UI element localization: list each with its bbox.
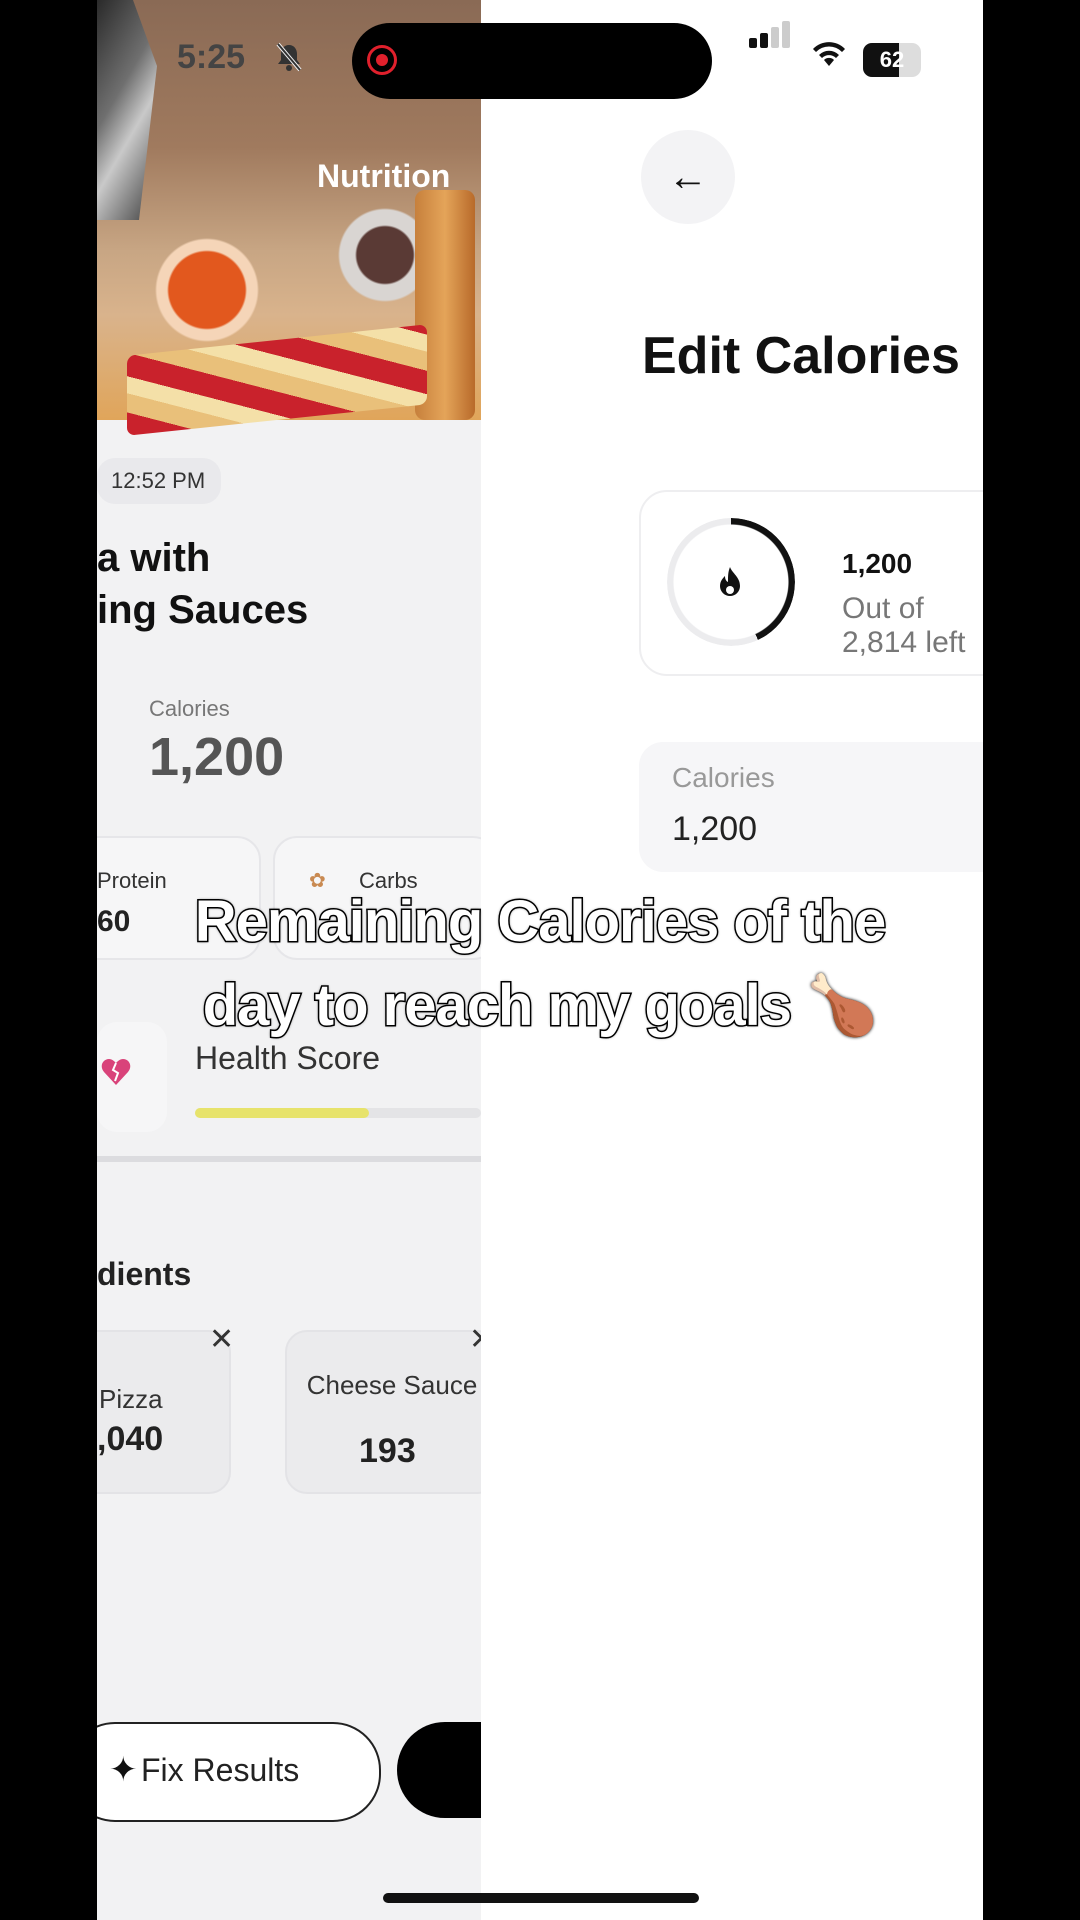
dynamic-island	[352, 23, 712, 99]
ingredient-value: ,040	[97, 1420, 164, 1458]
health-score-bar	[195, 1108, 481, 1118]
record-icon	[367, 45, 397, 75]
food-photo-bag	[97, 0, 157, 220]
food-name-line2: ing Sauces	[97, 588, 309, 632]
back-button[interactable]: ←	[641, 130, 735, 224]
health-score-fill	[195, 1108, 370, 1118]
battery-percent: 62	[879, 47, 905, 72]
arrow-left-icon: ←	[668, 155, 708, 199]
ingredient-value: 193	[359, 1432, 416, 1470]
calories-remaining-text: Out of 2,814 left	[842, 592, 966, 659]
caption-line2: day to reach my goals 🍗	[201, 972, 880, 1040]
home-indicator[interactable]	[383, 1893, 699, 1903]
flame-icon	[715, 566, 745, 608]
broken-heart-icon	[101, 1058, 131, 1094]
time-chip: 12:52 PM	[97, 458, 222, 504]
food-photo-pizza	[127, 324, 427, 436]
fix-results-button[interactable]: ✦ Fix Results	[97, 1722, 381, 1822]
wifi-icon	[811, 38, 847, 77]
status-time: 5:25	[177, 38, 246, 76]
food-name: a with ing Sauces	[97, 532, 308, 636]
video-caption: Remaining Calories of the day to reach m…	[0, 880, 1080, 1048]
fix-results-label: Fix Results	[141, 1752, 300, 1788]
calories-value[interactable]: 1,200	[149, 726, 284, 788]
battery-icon: 62	[863, 43, 921, 77]
bell-slash-icon	[275, 42, 305, 72]
page-title: Nutrition	[317, 158, 451, 194]
calories-label: Calories	[149, 696, 230, 721]
ingredients-title: dients	[97, 1256, 192, 1292]
done-button[interactable]	[397, 1722, 481, 1818]
close-icon[interactable]: ✕	[469, 1322, 481, 1357]
close-icon[interactable]: ✕	[209, 1322, 234, 1357]
caption-line1: Remaining Calories of the	[193, 888, 887, 956]
page-title: Edit Calories	[642, 327, 960, 385]
food-name-line1: a with	[97, 536, 211, 580]
ingredient-name: Cheese Sauce	[306, 1370, 478, 1400]
divider	[97, 1156, 481, 1162]
ingredient-name: Pizza	[99, 1384, 163, 1414]
calories-summary-value: 1,200	[842, 548, 913, 579]
calories-field-label: Calories	[672, 762, 775, 793]
sparkle-icon: ✦	[109, 1751, 138, 1789]
calories-field-value[interactable]: 1,200	[672, 810, 757, 849]
